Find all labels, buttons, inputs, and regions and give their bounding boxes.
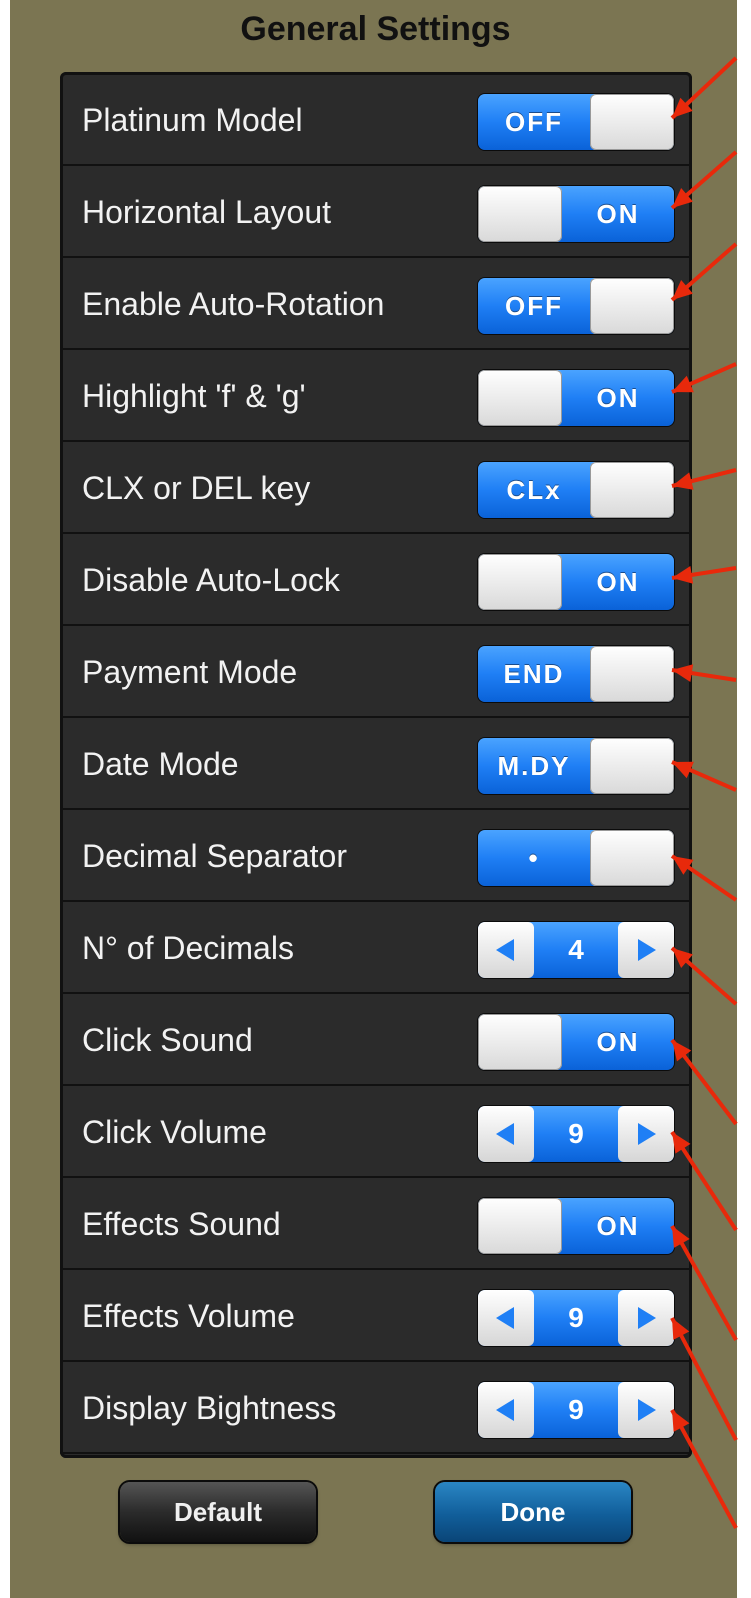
switch-value: M.DY xyxy=(497,751,571,781)
setting-row: CLX or DEL key CLx xyxy=(60,442,692,534)
switch-thumb[interactable] xyxy=(478,554,562,610)
toggle-switch[interactable]: ON xyxy=(478,186,674,242)
value-stepper: 9 xyxy=(478,1106,674,1162)
switch-value: ON xyxy=(596,1027,640,1057)
toggle-switch[interactable]: • xyxy=(478,830,674,886)
right-margin xyxy=(737,0,751,1598)
setting-label: CLX or DEL key xyxy=(82,470,311,506)
setting-row: Click Volume 9 xyxy=(60,1086,692,1178)
stepper-value: 9 xyxy=(568,1118,584,1149)
stepper-value: 4 xyxy=(568,934,584,965)
setting-label: Decimal Separator xyxy=(82,838,347,874)
switch-thumb[interactable] xyxy=(478,1198,562,1254)
toggle-switch[interactable]: OFF xyxy=(478,94,674,150)
increment-button[interactable] xyxy=(618,1382,674,1438)
increment-button[interactable] xyxy=(618,1290,674,1346)
increment-button[interactable] xyxy=(618,1106,674,1162)
setting-row: Effects Volume 9 xyxy=(60,1270,692,1362)
setting-row: Effects Sound ON xyxy=(60,1178,692,1270)
stepper-value: 9 xyxy=(568,1394,584,1425)
switch-thumb[interactable] xyxy=(478,1014,562,1070)
setting-label: Click Sound xyxy=(82,1022,253,1058)
default-button[interactable]: Default xyxy=(120,1482,316,1542)
left-triangle-icon xyxy=(496,1123,514,1145)
switch-thumb[interactable] xyxy=(478,370,562,426)
value-stepper: 9 xyxy=(478,1382,674,1438)
setting-label: Enable Auto-Rotation xyxy=(82,286,385,322)
page-title: General Settings xyxy=(240,10,511,48)
setting-row: Click Sound ON xyxy=(60,994,692,1086)
switch-value: • xyxy=(528,843,540,873)
done-button[interactable]: Done xyxy=(435,1482,631,1542)
setting-label: Horizontal Layout xyxy=(82,194,332,230)
setting-label: N° of Decimals xyxy=(82,930,294,966)
setting-row: Platinum Model OFF xyxy=(60,74,692,166)
switch-value: CLx xyxy=(506,475,562,505)
toggle-switch[interactable]: M.DY xyxy=(478,738,674,794)
right-triangle-icon xyxy=(638,1399,656,1421)
decrement-button[interactable] xyxy=(478,1290,534,1346)
switch-value: OFF xyxy=(505,107,563,137)
setting-label: Date Mode xyxy=(82,746,239,782)
switch-thumb[interactable] xyxy=(590,646,674,702)
switch-thumb[interactable] xyxy=(590,462,674,518)
toggle-switch[interactable]: END xyxy=(478,646,674,702)
right-triangle-icon xyxy=(638,1123,656,1145)
setting-label: Platinum Model xyxy=(82,102,303,138)
setting-row: Decimal Separator • xyxy=(60,810,692,902)
setting-row: Horizontal Layout ON xyxy=(60,166,692,258)
switch-value: ON xyxy=(596,199,640,229)
switch-thumb[interactable] xyxy=(590,94,674,150)
toggle-switch[interactable]: OFF xyxy=(478,278,674,334)
setting-label: Payment Mode xyxy=(82,654,298,690)
value-stepper: 9 xyxy=(478,1290,674,1346)
setting-label: Click Volume xyxy=(82,1114,267,1150)
setting-row: Enable Auto-Rotation OFF xyxy=(60,258,692,350)
setting-row: Display Bightness 9 xyxy=(60,1362,692,1454)
switch-value: ON xyxy=(596,567,640,597)
value-stepper: 4 xyxy=(478,922,674,978)
setting-row: N° of Decimals 4 xyxy=(60,902,692,994)
left-triangle-icon xyxy=(496,1399,514,1421)
setting-label: Disable Auto-Lock xyxy=(82,562,340,598)
decrement-button[interactable] xyxy=(478,1106,534,1162)
switch-value: OFF xyxy=(505,291,563,321)
switch-thumb[interactable] xyxy=(478,186,562,242)
switch-thumb[interactable] xyxy=(590,278,674,334)
toggle-switch[interactable]: CLx xyxy=(478,462,674,518)
left-triangle-icon xyxy=(496,939,514,961)
decrement-button[interactable] xyxy=(478,922,534,978)
stepper-value: 9 xyxy=(568,1302,584,1333)
toggle-switch[interactable]: ON xyxy=(478,1014,674,1070)
right-triangle-icon xyxy=(638,939,656,961)
toggle-switch[interactable]: ON xyxy=(478,554,674,610)
switch-value: ON xyxy=(596,383,640,413)
setting-label: Effects Volume xyxy=(82,1298,295,1334)
toggle-switch[interactable]: ON xyxy=(478,370,674,426)
setting-row: Payment Mode END xyxy=(60,626,692,718)
setting-row: Date Mode M.DY xyxy=(60,718,692,810)
toggle-switch[interactable]: ON xyxy=(478,1198,674,1254)
increment-button[interactable] xyxy=(618,922,674,978)
switch-value: ON xyxy=(596,1211,640,1241)
setting-label: Display Bightness xyxy=(82,1390,337,1426)
setting-label: Effects Sound xyxy=(82,1206,281,1242)
switch-thumb[interactable] xyxy=(590,830,674,886)
switch-value: END xyxy=(503,659,565,689)
setting-row: Disable Auto-Lock ON xyxy=(60,534,692,626)
setting-label: Highlight 'f' & 'g' xyxy=(82,378,306,414)
setting-row: Highlight 'f' & 'g' ON xyxy=(60,350,692,442)
right-triangle-icon xyxy=(638,1307,656,1329)
left-margin xyxy=(0,0,10,1598)
switch-thumb[interactable] xyxy=(590,738,674,794)
decrement-button[interactable] xyxy=(478,1382,534,1438)
settings-panel: Platinum Model OFF Horizontal Layout ON Enab… xyxy=(60,72,692,1458)
left-triangle-icon xyxy=(496,1307,514,1329)
